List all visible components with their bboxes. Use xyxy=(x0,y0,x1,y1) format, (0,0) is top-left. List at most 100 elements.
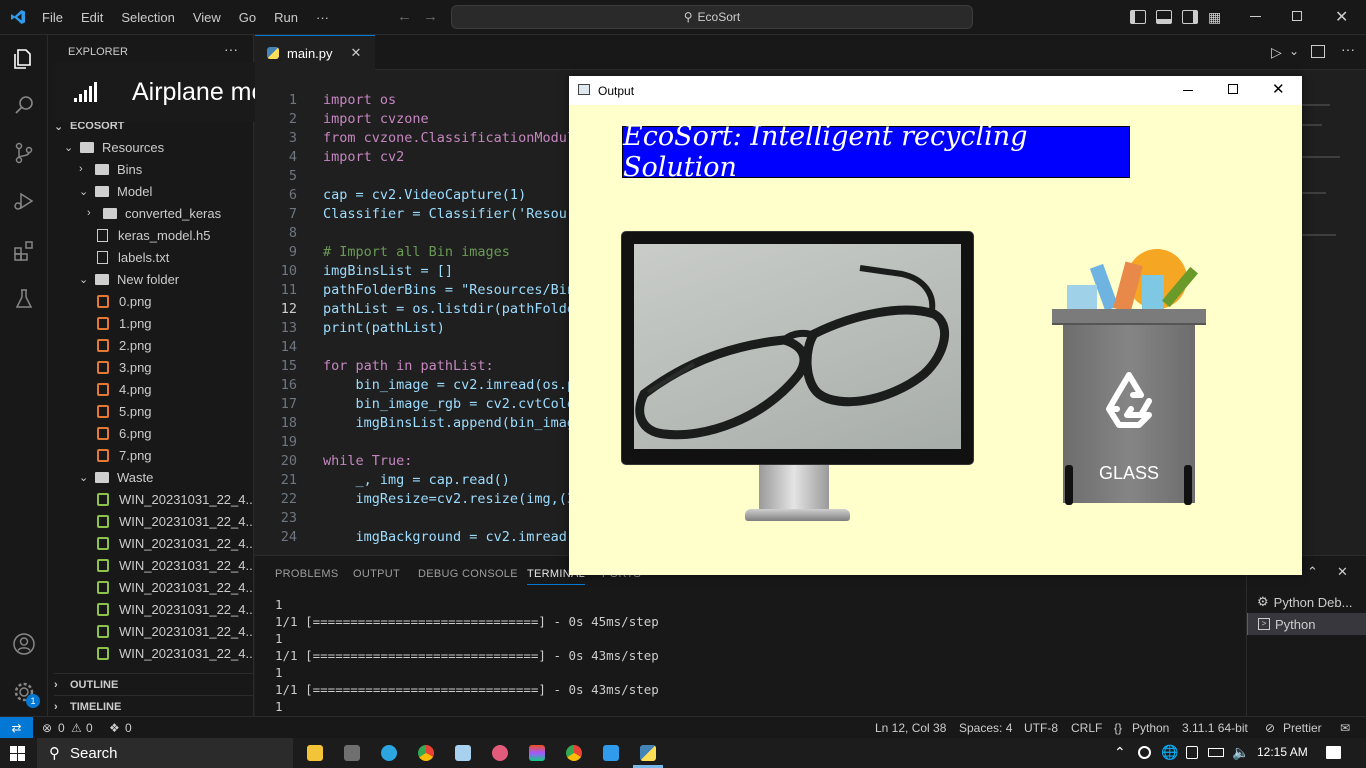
split-editor-icon[interactable] xyxy=(1311,45,1325,58)
code-line[interactable]: imgBackground = cv2.imread(' xyxy=(323,528,584,547)
chrome-icon[interactable] xyxy=(566,745,582,761)
code-line[interactable]: cap = cv2.VideoCapture(1) xyxy=(323,186,526,205)
clock-time[interactable]: 12:15 AM xyxy=(1257,745,1308,759)
menu-more[interactable]: ··· xyxy=(316,10,329,25)
language-globe-icon[interactable]: 🌐 xyxy=(1161,744,1178,761)
code-line[interactable]: import os xyxy=(323,91,396,110)
windows-start-icon[interactable] xyxy=(10,746,25,761)
maximize-panel-chevron-icon[interactable]: ⌃ xyxy=(1307,564,1318,580)
explorer-icon[interactable] xyxy=(12,47,36,71)
tray-record-icon[interactable] xyxy=(1138,746,1151,759)
restore-window-icon[interactable] xyxy=(1292,11,1302,21)
testing-flask-icon[interactable] xyxy=(12,287,36,311)
warnings-icon[interactable]: ⚠ xyxy=(71,721,82,735)
errors-icon[interactable]: ⊗ xyxy=(42,721,52,735)
tree-item[interactable]: 5.png xyxy=(97,400,152,422)
prettier-icon[interactable]: ⊘ xyxy=(1265,721,1275,735)
file-explorer-icon[interactable] xyxy=(307,745,323,761)
command-center-search[interactable]: ⚲ EcoSort xyxy=(451,5,973,29)
tree-item[interactable]: WIN_20231031_22_4... xyxy=(97,642,253,664)
extensions-icon[interactable] xyxy=(12,239,36,263)
prettier-status[interactable]: Prettier xyxy=(1283,721,1322,735)
source-control-icon[interactable] xyxy=(12,141,36,165)
warnings-count[interactable]: 0 xyxy=(86,721,93,735)
close-tab-icon[interactable]: ✕ xyxy=(351,45,362,61)
tree-item[interactable]: WIN_20231031_22_4... xyxy=(97,620,253,642)
menu-edit[interactable]: Edit xyxy=(81,10,103,25)
section-outline[interactable]: › OUTLINE xyxy=(54,673,253,695)
code-line[interactable]: bin_image_rgb = cv2.cvtColor xyxy=(323,395,584,414)
tree-item[interactable]: 1.png xyxy=(97,312,152,334)
volume-icon[interactable]: 🔈 xyxy=(1232,744,1249,761)
close-window-icon[interactable]: ✕ xyxy=(1272,80,1285,98)
ports-icon[interactable]: ❖ xyxy=(109,721,120,735)
code-line[interactable]: pathList = os.listdir(pathFolder xyxy=(323,300,583,319)
menu-selection[interactable]: Selection xyxy=(121,10,174,25)
output-window-titlebar[interactable]: Output ✕ xyxy=(569,76,1302,105)
code-line[interactable]: imgBinsList = [] xyxy=(323,262,453,281)
run-python-icon[interactable]: ▷ xyxy=(1271,44,1282,61)
remote-indicator-icon[interactable]: ⇄ xyxy=(0,717,33,739)
menu-view[interactable]: View xyxy=(193,10,221,25)
tree-item[interactable]: ⌄ Resources xyxy=(64,136,164,158)
tree-item[interactable]: ⌄ Model xyxy=(79,180,152,202)
code-line[interactable]: for path in pathList: xyxy=(323,357,494,376)
code-line[interactable]: import cvzone xyxy=(323,110,429,129)
code-line[interactable]: pathFolderBins = "Resources/Bins xyxy=(323,281,583,300)
tree-item[interactable]: › converted_keras xyxy=(87,202,221,224)
panel-tab-problems[interactable]: PROBLEMS xyxy=(275,568,339,580)
section-timeline[interactable]: › TIMELINE xyxy=(54,695,253,716)
ports-count[interactable]: 0 xyxy=(125,721,132,735)
menu-file[interactable]: File xyxy=(42,10,63,25)
indentation[interactable]: Spaces: 4 xyxy=(959,721,1012,735)
code-line[interactable]: # Import all Bin images xyxy=(323,243,510,262)
tree-item[interactable]: WIN_20231031_22_4... xyxy=(97,532,253,554)
notepad-icon[interactable] xyxy=(455,745,471,761)
tree-item[interactable]: labels.txt xyxy=(97,246,169,268)
panel-tab-debug-console[interactable]: DEBUG CONSOLE xyxy=(418,568,518,580)
tray-app-icon[interactable] xyxy=(1186,746,1198,759)
errors-count[interactable]: 0 xyxy=(58,721,65,735)
run-debug-icon[interactable] xyxy=(12,189,36,213)
search-icon[interactable] xyxy=(12,93,36,117)
tree-item[interactable]: ⌄ New folder xyxy=(79,268,179,290)
minimize-window-icon[interactable] xyxy=(1250,16,1261,17)
tray-chevron-icon[interactable]: ⌃ xyxy=(1114,744,1126,761)
code-line[interactable]: bin_image = cv2.imread(os.pa xyxy=(323,376,584,395)
language-mode[interactable]: Python xyxy=(1132,721,1169,735)
menu-run[interactable]: Run xyxy=(274,10,298,25)
back-arrow-icon[interactable]: ← xyxy=(397,8,412,25)
maximize-window-icon[interactable] xyxy=(1228,84,1238,94)
code-line[interactable]: print(pathList) xyxy=(323,319,445,338)
notifications-bell-icon[interactable]: ✉ xyxy=(1340,721,1350,735)
explorer-more-icon[interactable]: ··· xyxy=(224,41,238,57)
run-dropdown-chevron-icon[interactable]: ⌄ xyxy=(1289,44,1299,58)
figma-icon[interactable] xyxy=(529,745,545,761)
close-window-icon[interactable]: ✕ xyxy=(1335,7,1348,27)
tree-item[interactable]: 4.png xyxy=(97,378,152,400)
end-of-line[interactable]: CRLF xyxy=(1071,721,1102,735)
code-line[interactable]: while True: xyxy=(323,452,412,471)
code-line[interactable]: imgBinsList.append(bin_image xyxy=(323,414,584,433)
tree-item[interactable]: WIN_20231031_22_4... xyxy=(97,576,253,598)
notification-center-icon[interactable] xyxy=(1326,746,1341,759)
terminal-item-python[interactable]: > Python xyxy=(1247,613,1366,635)
tree-item[interactable]: keras_model.h5 xyxy=(97,224,211,246)
snipping-tool-icon[interactable] xyxy=(492,745,508,761)
chrome-icon[interactable] xyxy=(418,745,434,761)
code-line[interactable]: from cvzone.ClassificationModule xyxy=(323,129,583,148)
terminal-item-python-debug[interactable]: ⚙ Python Deb... xyxy=(1247,591,1366,613)
customize-layout-icon[interactable]: ▦ xyxy=(1208,9,1221,26)
panel-tab-output[interactable]: OUTPUT xyxy=(353,568,400,580)
tree-item[interactable]: WIN_20231031_22_4... xyxy=(97,554,253,576)
cursor-position[interactable]: Ln 12, Col 38 xyxy=(875,721,946,735)
code-line[interactable]: imgResize=cv2.resize(img,(32 xyxy=(323,490,584,509)
code-line[interactable]: Classifier = Classifier('Resourc xyxy=(323,205,583,224)
account-icon[interactable] xyxy=(12,632,36,656)
tree-item[interactable]: WIN_20231031_22_4... xyxy=(97,598,253,620)
telegram-icon[interactable] xyxy=(381,745,397,761)
tree-item[interactable]: ⌄ Waste xyxy=(79,466,153,488)
editor-more-icon[interactable]: ··· xyxy=(1341,41,1355,57)
toggle-panel-icon[interactable] xyxy=(1156,10,1172,24)
minimize-window-icon[interactable] xyxy=(1183,90,1193,91)
